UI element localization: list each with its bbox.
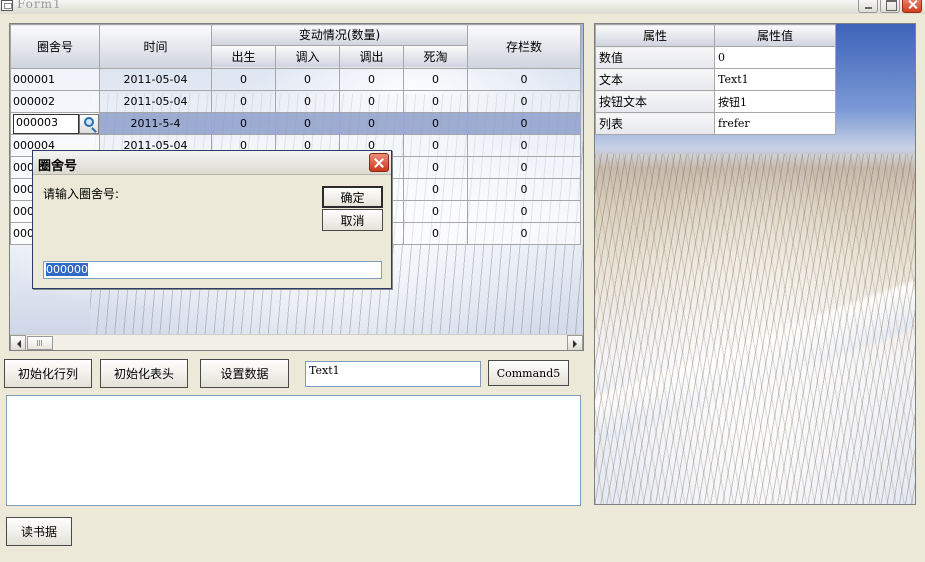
- property-row[interactable]: 列表 frefer: [595, 112, 836, 135]
- cell-birth[interactable]: 0: [211, 90, 276, 113]
- dialog-title: 圈舍号: [38, 159, 78, 174]
- header-time[interactable]: 时间: [99, 24, 212, 69]
- property-name: 按钮文本: [595, 90, 715, 113]
- cell-in[interactable]: 0: [275, 68, 340, 91]
- property-header-value[interactable]: 属性值: [714, 24, 836, 47]
- property-name: 列表: [595, 112, 715, 135]
- property-value[interactable]: Text1: [714, 68, 836, 91]
- cell-death[interactable]: 0: [403, 200, 468, 223]
- cell-out[interactable]: 0: [339, 90, 404, 113]
- cell-out[interactable]: 0: [339, 112, 404, 135]
- command5-button[interactable]: Command5: [488, 360, 569, 386]
- minimize-button[interactable]: [858, 0, 878, 13]
- cell-stock[interactable]: 0: [467, 156, 581, 179]
- property-value[interactable]: 按钮1: [714, 90, 836, 113]
- cell-death[interactable]: 0: [403, 156, 468, 179]
- magnifier-icon: [84, 116, 94, 127]
- cell-time[interactable]: 2011-05-04: [99, 68, 212, 91]
- property-name: 数值: [595, 46, 715, 69]
- close-window-button[interactable]: [902, 0, 922, 13]
- cell-death[interactable]: 0: [403, 222, 468, 245]
- lookup-button[interactable]: [79, 113, 99, 134]
- cell-stock[interactable]: 0: [467, 178, 581, 201]
- header-transfer-in[interactable]: 调入: [275, 44, 340, 70]
- picture-box: 属性 属性值 数值 0 文本 Text1 按钮文本 按钮1 列表 frefer: [594, 23, 916, 505]
- cell-in[interactable]: 0: [275, 90, 340, 113]
- title-bar: Form1: [0, 0, 925, 14]
- snow-grass-image: [595, 154, 915, 504]
- init-header-button[interactable]: 初始化表头: [100, 359, 188, 388]
- text1-input[interactable]: Text1: [305, 361, 481, 387]
- header-stock[interactable]: 存栏数: [467, 24, 581, 69]
- cell-stock[interactable]: 0: [467, 90, 581, 113]
- cancel-button[interactable]: 取消: [322, 209, 383, 231]
- dialog-input[interactable]: 000000: [43, 261, 382, 279]
- cell-stock[interactable]: 0: [467, 222, 581, 245]
- cell-pen-no[interactable]: 000001: [10, 68, 100, 91]
- cell-death[interactable]: 0: [403, 68, 468, 91]
- property-value[interactable]: frefer: [714, 112, 836, 135]
- cell-pen-no-editor[interactable]: 000003: [10, 112, 100, 135]
- horizontal-scrollbar[interactable]: [10, 334, 583, 350]
- cell-stock[interactable]: 0: [467, 200, 581, 223]
- ok-button[interactable]: 确定: [322, 186, 383, 208]
- form-window-icon: [1, 0, 13, 11]
- cell-in[interactable]: 0: [275, 112, 340, 135]
- cell-time[interactable]: 2011-5-4: [99, 112, 212, 135]
- property-row[interactable]: 文本 Text1: [595, 68, 836, 91]
- property-header-name[interactable]: 属性: [595, 24, 715, 47]
- scroll-right-button[interactable]: [567, 335, 583, 350]
- dialog-prompt: 请输入圈舍号:: [43, 187, 120, 201]
- cell-death[interactable]: 0: [403, 90, 468, 113]
- set-data-button[interactable]: 设置数据: [200, 359, 289, 388]
- window-title: Form1: [17, 0, 62, 11]
- maximize-button[interactable]: [880, 0, 900, 13]
- dialog-input-value: 000000: [46, 263, 88, 276]
- dialog-close-button[interactable]: [369, 153, 389, 172]
- read-data-button[interactable]: 读书据: [6, 517, 72, 546]
- property-grid[interactable]: 属性 属性值 数值 0 文本 Text1 按钮文本 按钮1 列表 frefer: [595, 24, 836, 135]
- table-row-selected[interactable]: 000003 2011-5-4 0 0 0 0 0: [10, 112, 581, 135]
- property-value[interactable]: 0: [714, 46, 836, 69]
- header-pen-no[interactable]: 圈舍号: [10, 24, 100, 69]
- cell-birth[interactable]: 0: [211, 68, 276, 91]
- dialog-title-bar[interactable]: 圈舍号: [33, 151, 391, 175]
- table-row[interactable]: 000001 2011-05-04 0 0 0 0 0: [10, 68, 581, 91]
- cell-time[interactable]: 2011-05-04: [99, 90, 212, 113]
- cell-stock[interactable]: 0: [467, 68, 581, 91]
- cell-stock[interactable]: 0: [467, 112, 581, 135]
- cell-death[interactable]: 0: [403, 134, 468, 157]
- cell-death[interactable]: 0: [403, 112, 468, 135]
- cell-pen-no[interactable]: 000002: [10, 90, 100, 113]
- header-transfer-out[interactable]: 调出: [339, 44, 404, 70]
- pen-no-input[interactable]: 000003: [13, 113, 79, 134]
- property-row[interactable]: 按钮文本 按钮1: [595, 90, 836, 113]
- cell-death[interactable]: 0: [403, 178, 468, 201]
- cell-stock[interactable]: 0: [467, 134, 581, 157]
- table-row[interactable]: 000002 2011-05-04 0 0 0 0 0: [10, 90, 581, 113]
- cell-birth[interactable]: 0: [211, 112, 276, 135]
- header-death[interactable]: 死淘: [403, 44, 468, 70]
- header-change-group[interactable]: 变动情况(数量): [211, 24, 468, 46]
- pen-no-dialog: 圈舍号 请输入圈舍号: 确定 取消 000000: [32, 150, 392, 289]
- header-birth[interactable]: 出生: [211, 44, 276, 70]
- property-name: 文本: [595, 68, 715, 91]
- cell-out[interactable]: 0: [339, 68, 404, 91]
- scroll-thumb[interactable]: [27, 336, 53, 350]
- property-row[interactable]: 数值 0: [595, 46, 836, 69]
- init-rows-button[interactable]: 初始化行列: [4, 359, 92, 388]
- scroll-left-button[interactable]: [10, 335, 26, 350]
- output-textarea[interactable]: [6, 395, 581, 506]
